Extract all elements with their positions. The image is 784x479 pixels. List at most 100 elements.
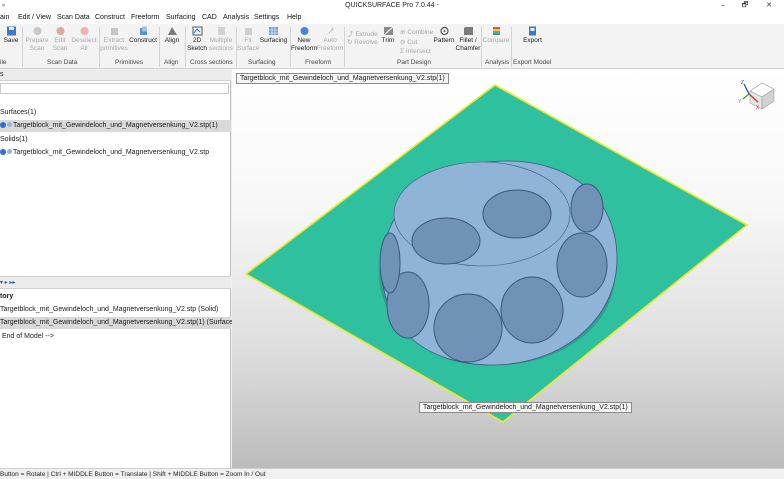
- pattern-button[interactable]: Pattern: [433, 26, 455, 45]
- menu-freeform[interactable]: Freeform: [131, 14, 159, 21]
- left-panel: s Surfaces(1) Targetblock_mit_Gewindeloc…: [0, 69, 235, 468]
- panel-splitter[interactable]: ▾ ▸ ▸▸: [0, 276, 231, 289]
- ribbon-toolbar: Save Prepare Scan Edit Scan Deselect All Sc…: [0, 24, 784, 69]
- tree-solids-group[interactable]: Solids(1): [0, 134, 231, 146]
- axis-z-label: Z: [741, 80, 744, 86]
- tree-surfaces-group[interactable]: Surfaces(1): [0, 107, 231, 119]
- prepare-scan-button[interactable]: Prepare Scan: [25, 26, 49, 53]
- side-pocket-4[interactable]: [556, 232, 608, 298]
- window-title: QUICKSURFACE Pro 7.0.44 -: [345, 2, 439, 9]
- edit-scan-button[interactable]: Edit Scan: [51, 26, 69, 53]
- group-label-cross-sections: Cross sections: [190, 59, 233, 66]
- group-separator: [159, 27, 160, 67]
- group-label-file: ile: [0, 59, 7, 66]
- surfacing-icon: [269, 27, 278, 35]
- 3d-viewport[interactable]: Z X Y Targetblock_mit_Gewindeloch_und_Ma…: [232, 69, 784, 468]
- menu-construct[interactable]: Construct: [95, 14, 125, 21]
- panel-search-input[interactable]: [0, 83, 229, 94]
- surface-color-icon: [7, 122, 12, 127]
- history-end-marker[interactable]: End of Model -->: [0, 331, 231, 343]
- save-icon: [6, 26, 16, 36]
- history-item[interactable]: Targetblock_mit_Gewindeloch_und_Magnetve…: [0, 304, 231, 316]
- compare-icon: [492, 27, 500, 35]
- group-label-analysis: Analysis: [485, 59, 510, 66]
- solid-color-icon: [7, 149, 12, 154]
- compare-button[interactable]: Compare: [482, 26, 510, 45]
- side-pocket-6[interactable]: [379, 232, 401, 294]
- cut-button[interactable]: ⊖ Cut: [400, 38, 417, 46]
- viewport-label-top: Targetblock_mit_Gewindeloch_und_Magnetve…: [236, 73, 449, 84]
- close-button[interactable]: ✕: [762, 1, 776, 11]
- revolve-button[interactable]: ↻ Revolve: [347, 38, 378, 46]
- menu-surfacing[interactable]: Surfacing: [166, 14, 196, 21]
- sketch-icon: [192, 26, 202, 36]
- new-freeform-button[interactable]: New Freeform: [291, 26, 317, 53]
- auto-freeform-button[interactable]: Auto Freeform: [317, 26, 343, 53]
- fit-surface-button[interactable]: Fit Surface: [237, 26, 259, 53]
- group-separator: [344, 27, 345, 67]
- menu-help[interactable]: Help: [287, 14, 301, 21]
- deselect-all-button[interactable]: Deselect All: [71, 26, 97, 53]
- visibility-toggle-icon[interactable]: [0, 149, 6, 155]
- fit-surface-icon: [244, 28, 252, 35]
- menu-analysis[interactable]: Analysis: [223, 14, 249, 21]
- group-label-align: Align: [164, 59, 179, 66]
- sections-icon: [217, 27, 225, 35]
- side-pocket-3[interactable]: [500, 276, 564, 344]
- top-pocket-left[interactable]: [411, 217, 481, 265]
- new-freeform-icon: [300, 27, 308, 35]
- deselect-icon: [80, 27, 88, 35]
- top-pocket-right[interactable]: [482, 189, 552, 239]
- minimize-button[interactable]: –: [716, 1, 730, 11]
- group-label-primitives: Primitives: [115, 59, 144, 66]
- maximize-button[interactable]: 🗗: [738, 1, 752, 11]
- menu-cad[interactable]: CAD: [202, 14, 217, 21]
- status-text: Button = Rotate | Ctrl + MIDDLE Button =…: [0, 471, 266, 478]
- auto-freeform-icon: [326, 27, 334, 35]
- menu-edit-view[interactable]: Edit / View: [18, 14, 51, 21]
- visibility-toggle-icon[interactable]: [0, 122, 6, 128]
- save-button[interactable]: Save: [3, 26, 19, 45]
- 2d-sketch-button[interactable]: 2D Sketch: [187, 26, 207, 53]
- group-separator: [185, 27, 186, 67]
- tree-surface-item[interactable]: Targetblock_mit_Gewindeloch_und_Magnetve…: [0, 120, 231, 132]
- export-button[interactable]: Export: [520, 26, 545, 45]
- extrude-button[interactable]: ⤴ Extrude: [347, 28, 378, 38]
- align-button[interactable]: Align: [161, 26, 183, 45]
- group-separator: [511, 27, 512, 67]
- title-bar: ᵍᵗ QUICKSURFACE Pro 7.0.44 - – 🗗 ✕: [0, 0, 784, 12]
- group-label-export-model: Export Model: [513, 59, 552, 66]
- status-bar: Button = Rotate | Ctrl + MIDDLE Button =…: [0, 468, 784, 479]
- history-nav-arrows[interactable]: ▾ ▸ ▸▸: [0, 279, 15, 286]
- align-icon: [167, 27, 177, 35]
- side-pocket-2[interactable]: [433, 293, 503, 363]
- group-label-part-design: Part Design: [397, 59, 431, 66]
- surfacing-button[interactable]: Surfacing: [259, 26, 288, 45]
- construct-icon: [139, 26, 147, 35]
- prepare-scan-icon: [33, 27, 41, 35]
- fillet-chamfer-button[interactable]: Fillet / Chamfer: [455, 26, 481, 53]
- trim-button[interactable]: Trim: [379, 26, 397, 45]
- multiple-sections-button[interactable]: Multiple sections: [208, 26, 234, 53]
- group-label-freeform: Freeform: [305, 59, 332, 66]
- construct-button[interactable]: Construct: [129, 26, 157, 45]
- group-label-surfacing: Surfacing: [248, 59, 276, 66]
- menu-bar: ain Edit / View Scan Data Construct Free…: [0, 12, 784, 24]
- group-label-scan-data: Scan Data: [47, 59, 78, 66]
- trim-icon: [383, 26, 393, 36]
- menu-settings[interactable]: Settings: [254, 14, 279, 21]
- extract-primitives-button[interactable]: Extract primitives: [100, 26, 128, 53]
- tree-solid-item[interactable]: Targetblock_mit_Gewindeloch_und_Magnetve…: [0, 147, 231, 159]
- left-panel-header: s: [0, 69, 231, 81]
- fillet-icon: [463, 27, 473, 35]
- combine-button[interactable]: ⊕ Combine: [400, 28, 433, 36]
- menu-main[interactable]: ain: [0, 14, 9, 21]
- edit-scan-icon: [56, 27, 64, 35]
- menu-scan-data[interactable]: Scan Data: [57, 14, 90, 21]
- history-item[interactable]: Targetblock_mit_Gewindeloch_und_Magnetve…: [0, 317, 235, 329]
- viewport-label-bottom: Targetblock_mit_Gewindeloch_und_Magnetve…: [419, 402, 632, 413]
- side-pocket-5[interactable]: [570, 183, 604, 233]
- export-icon: [529, 26, 536, 36]
- intersect-button[interactable]: Σ Intersect: [400, 48, 431, 55]
- group-separator: [22, 27, 23, 67]
